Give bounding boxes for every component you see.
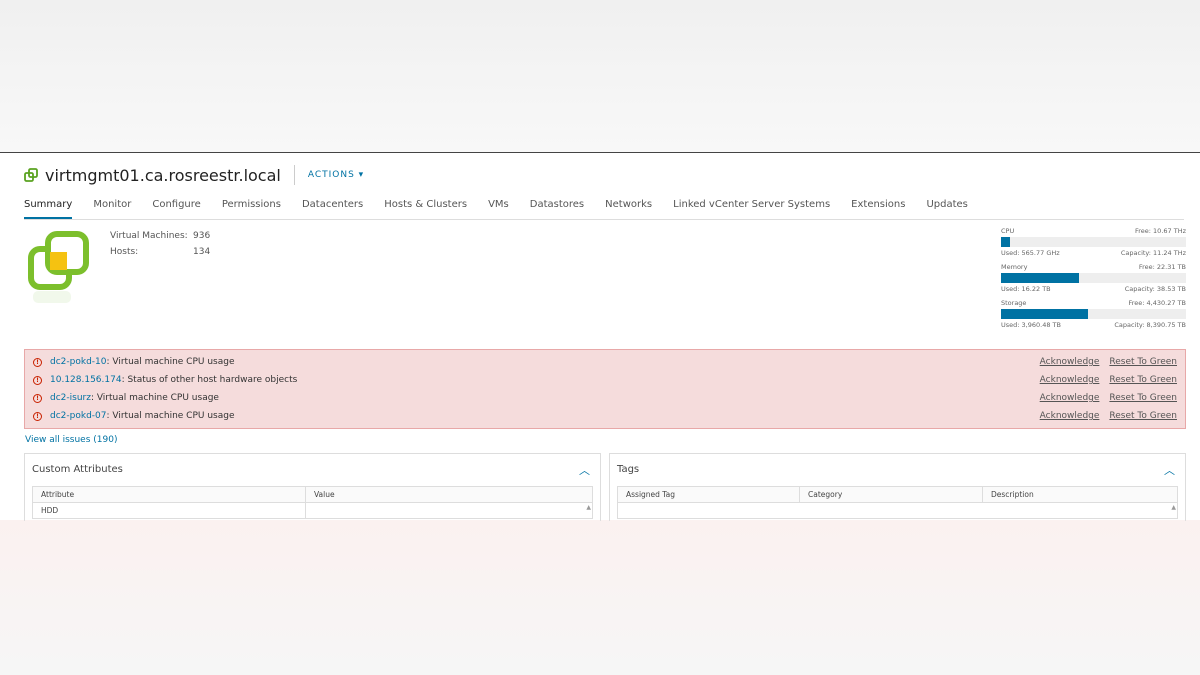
usage-bar-fill — [1001, 309, 1088, 319]
resource-cpu: CPU Free: 10.67 THz Used: 565.77 GHz Capaci… — [1001, 227, 1186, 257]
resource-name: Memory — [1001, 263, 1028, 271]
column-header[interactable]: Value — [305, 486, 593, 503]
tab-networks[interactable]: Networks — [605, 197, 652, 219]
column-header[interactable]: Attribute — [32, 486, 306, 503]
alert-item: ! 10.128.156.174: Status of other host ha… — [33, 371, 1177, 389]
alert-item: ! dc2-isurz: Virtual machine CPU usage Ack… — [33, 389, 1177, 407]
tab-vms[interactable]: VMs — [488, 197, 509, 219]
inventory-stats: Virtual Machines: 936 Hosts: 134 — [108, 227, 212, 261]
acknowledge-button[interactable]: Acknowledge — [1040, 411, 1100, 421]
tab-permissions[interactable]: Permissions — [222, 197, 281, 219]
resource-memory: Memory Free: 22.31 TB Used: 16.22 TB Capaci… — [1001, 263, 1186, 293]
host-count-value: 134 — [193, 247, 211, 257]
scroll-up-icon[interactable]: ▲ — [1171, 504, 1176, 511]
alert-error-icon: ! — [33, 411, 42, 421]
resource-storage: Storage Free: 4,430.27 TB Used: 3,960.48 T… — [1001, 299, 1186, 329]
vm-count-label: Virtual Machines: — [110, 231, 188, 241]
reset-to-green-button[interactable]: Reset To Green — [1109, 357, 1177, 367]
vcenter-logo-icon — [28, 231, 89, 303]
alert-message: : Virtual machine CPU usage — [90, 393, 219, 403]
resource-capacity: Capacity: 38.53 TB — [1124, 285, 1186, 293]
resource-free: Free: 22.31 TB — [1138, 263, 1186, 271]
custom-attributes-table: Attribute Value HDD — [32, 486, 593, 519]
alert-message: : Status of other host hardware objects — [121, 375, 298, 385]
usage-bar-fill — [1001, 237, 1011, 247]
value-cell — [305, 502, 593, 519]
attribute-cell: HDD — [32, 502, 306, 519]
collapse-chevron-icon[interactable]: ︿ — [1164, 462, 1175, 478]
tab-bar: Summary Monitor Configure Permissions Datace… — [24, 197, 1184, 220]
column-header[interactable]: Description — [982, 486, 1178, 503]
header: virtmgmt01.ca.rosreestr.local ACTIONS ▾ — [24, 165, 364, 185]
vm-count-value: 936 — [193, 231, 211, 241]
table-row — [617, 502, 1178, 519]
alerts-banner: ! dc2-pokd-10: Virtual machine CPU usage A… — [24, 349, 1186, 429]
acknowledge-button[interactable]: Acknowledge — [1040, 375, 1100, 385]
alert-error-icon: ! — [33, 357, 42, 367]
alert-object-link[interactable]: dc2-isurz — [50, 393, 91, 403]
usage-bar — [1001, 237, 1186, 247]
alert-message: : Virtual machine CPU usage — [106, 357, 235, 367]
tab-summary[interactable]: Summary — [24, 197, 73, 219]
tab-configure[interactable]: Configure — [152, 197, 200, 219]
tab-hosts-clusters[interactable]: Hosts & Clusters — [384, 197, 467, 219]
background-top — [0, 0, 1200, 152]
resource-meters: CPU Free: 10.67 THz Used: 565.77 GHz Capaci… — [1001, 227, 1186, 335]
acknowledge-button[interactable]: Acknowledge — [1040, 357, 1100, 367]
alert-item: ! dc2-pokd-07: Virtual machine CPU usage A… — [33, 407, 1177, 425]
alert-error-icon: ! — [33, 393, 42, 403]
summary-panel: virtmgmt01.ca.rosreestr.local ACTIONS ▾ … — [0, 152, 1200, 521]
tab-updates[interactable]: Updates — [926, 197, 967, 219]
resource-capacity: Capacity: 11.24 THz — [1120, 249, 1186, 257]
divider — [293, 165, 295, 185]
card-title: Tags — [617, 464, 640, 475]
resource-used: Used: 565.77 GHz — [1001, 249, 1060, 257]
tab-datastores[interactable]: Datastores — [530, 197, 584, 219]
scroll-up-icon[interactable]: ▲ — [586, 504, 591, 511]
alert-message: : Virtual machine CPU usage — [106, 411, 235, 421]
reset-to-green-button[interactable]: Reset To Green — [1109, 393, 1177, 403]
reset-to-green-button[interactable]: Reset To Green — [1109, 411, 1177, 421]
tags-table: Assigned Tag Category Description — [617, 486, 1178, 519]
resource-name: Storage — [1001, 299, 1027, 307]
collapse-chevron-icon[interactable]: ︿ — [579, 462, 590, 478]
alert-error-icon: ! — [33, 375, 42, 385]
alert-item: ! dc2-pokd-10: Virtual machine CPU usage A… — [33, 353, 1177, 371]
column-header[interactable]: Assigned Tag — [617, 486, 800, 503]
tags-card: Tags ︿ Assigned Tag Category Description ▲ — [609, 453, 1186, 521]
tab-linked-vcenter-server-systems[interactable]: Linked vCenter Server Systems — [673, 197, 830, 219]
custom-attributes-card: Custom Attributes ︿ Attribute Value HDD ▲ — [24, 453, 601, 521]
actions-menu-button[interactable]: ACTIONS ▾ — [308, 170, 364, 180]
alert-object-link[interactable]: dc2-pokd-07 — [50, 411, 106, 421]
resource-free: Free: 10.67 THz — [1135, 227, 1186, 235]
resource-name: CPU — [1001, 227, 1015, 235]
alert-object-link[interactable]: dc2-pokd-10 — [50, 357, 106, 367]
usage-bar-fill — [1001, 273, 1079, 283]
acknowledge-button[interactable]: Acknowledge — [1040, 393, 1100, 403]
tab-extensions[interactable]: Extensions — [851, 197, 905, 219]
usage-bar — [1001, 309, 1186, 319]
tab-monitor[interactable]: Monitor — [93, 197, 131, 219]
vcenter-icon — [24, 167, 38, 182]
resource-free: Free: 4,430.27 TB — [1128, 299, 1187, 307]
view-all-issues-link[interactable]: View all issues (190) — [25, 435, 117, 445]
usage-bar — [1001, 273, 1186, 283]
table-row[interactable]: HDD — [32, 502, 593, 519]
page-title: virtmgmt01.ca.rosreestr.local — [45, 165, 281, 185]
column-header[interactable]: Category — [799, 486, 983, 503]
alert-object-link[interactable]: 10.128.156.174 — [50, 375, 122, 385]
resource-capacity: Capacity: 8,390.75 TB — [1114, 321, 1186, 329]
background-bottom — [0, 520, 1200, 675]
resource-used: Used: 16.22 TB — [1001, 285, 1051, 293]
card-title: Custom Attributes — [32, 464, 123, 475]
host-count-label: Hosts: — [110, 247, 139, 257]
resource-used: Used: 3,960.48 TB — [1001, 321, 1061, 329]
reset-to-green-button[interactable]: Reset To Green — [1109, 375, 1177, 385]
tab-datacenters[interactable]: Datacenters — [302, 197, 363, 219]
